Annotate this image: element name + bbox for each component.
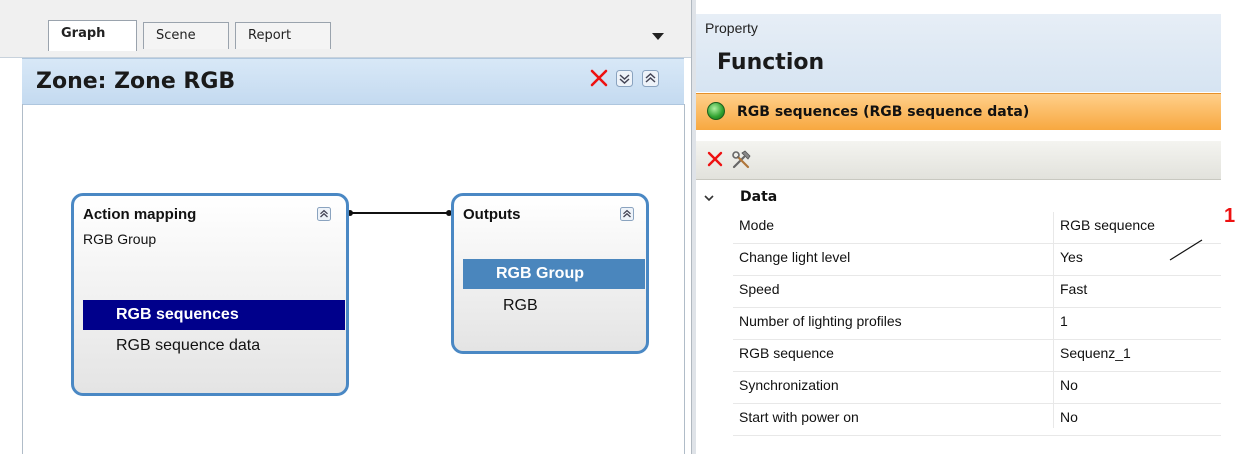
property-row[interactable]: Speed Fast xyxy=(733,276,1221,308)
property-name: Synchronization xyxy=(739,377,839,393)
annotation-number: 1 xyxy=(1224,205,1236,227)
grid-column-divider xyxy=(1053,212,1054,428)
tab-graph[interactable]: Graph xyxy=(48,20,137,51)
zone-title: Zone: Zone RGB xyxy=(36,69,236,94)
graph-pane: Graph Scene Report Zone: Zone RGB Action… xyxy=(0,0,691,454)
node-title: Outputs xyxy=(463,206,521,223)
tools-icon[interactable] xyxy=(730,149,752,171)
property-grid: Mode RGB sequence Change light level Yes… xyxy=(733,212,1221,436)
property-toolbar xyxy=(696,141,1221,180)
tab-bar: Graph Scene Report xyxy=(0,0,691,58)
tab-scene[interactable]: Scene xyxy=(143,22,229,49)
canvas-left-border xyxy=(22,104,23,454)
node-subtitle: RGB Group xyxy=(83,231,157,247)
property-value[interactable]: Sequenz_1 xyxy=(1060,345,1131,361)
property-row[interactable]: Change light level Yes xyxy=(733,244,1221,276)
collapse-all-icon[interactable] xyxy=(642,70,659,87)
property-name: Change light level xyxy=(739,249,851,265)
property-label: Property xyxy=(705,20,758,36)
delete-icon[interactable] xyxy=(706,150,724,168)
property-value[interactable]: 1 xyxy=(1060,313,1068,329)
node-connector xyxy=(349,212,451,214)
zone-header: Zone: Zone RGB xyxy=(22,58,684,105)
property-header: Property Function xyxy=(696,14,1221,92)
tab-dropdown-icon[interactable] xyxy=(652,33,664,40)
selected-item-bar[interactable]: RGB sequences (RGB sequence data) xyxy=(696,93,1221,130)
property-row[interactable]: RGB sequence Sequenz_1 xyxy=(733,340,1221,372)
property-value[interactable]: Fast xyxy=(1060,281,1087,297)
collapse-icon[interactable] xyxy=(620,207,634,221)
tab-report[interactable]: Report xyxy=(235,22,331,49)
property-row[interactable]: Start with power on No xyxy=(733,404,1221,436)
data-group-title: Data xyxy=(740,189,778,205)
selected-item-label: RGB sequences (RGB sequence data) xyxy=(737,104,1030,120)
status-ok-icon xyxy=(707,102,725,120)
node-item-rgb-sequences[interactable]: RGB sequences xyxy=(83,300,345,330)
node-title: Action mapping xyxy=(83,206,197,223)
data-group-header[interactable]: Data xyxy=(696,186,1221,210)
property-row[interactable]: Synchronization No xyxy=(733,372,1221,404)
property-row[interactable]: Number of lighting profiles 1 xyxy=(733,308,1221,340)
expand-all-icon[interactable] xyxy=(616,70,633,87)
annotation-pointer-line xyxy=(1169,239,1203,261)
property-name: Number of lighting profiles xyxy=(739,313,902,329)
outputs-node[interactable]: Outputs RGB Group RGB xyxy=(451,193,649,354)
collapse-icon[interactable] xyxy=(317,207,331,221)
property-value[interactable]: Yes xyxy=(1060,249,1083,265)
node-item-rgb-group[interactable]: RGB Group xyxy=(463,259,645,289)
chevron-down-icon[interactable] xyxy=(702,191,716,205)
property-value[interactable]: RGB sequence xyxy=(1060,217,1155,233)
property-name: RGB sequence xyxy=(739,345,834,361)
canvas-right-border xyxy=(684,104,685,454)
node-item-rgb[interactable]: RGB xyxy=(463,291,645,321)
property-name: Mode xyxy=(739,217,775,233)
property-row[interactable]: Mode RGB sequence xyxy=(733,212,1221,244)
property-name: Speed xyxy=(739,281,780,297)
property-value[interactable]: No xyxy=(1060,377,1078,393)
node-item-rgb-sequence-data[interactable]: RGB sequence data xyxy=(83,331,345,361)
action-mapping-node[interactable]: Action mapping RGB Group RGB sequences R… xyxy=(71,193,349,396)
property-name: Start with power on xyxy=(739,409,859,425)
property-value[interactable]: No xyxy=(1060,409,1078,425)
section-title: Function xyxy=(717,50,825,75)
close-icon[interactable] xyxy=(589,68,609,88)
